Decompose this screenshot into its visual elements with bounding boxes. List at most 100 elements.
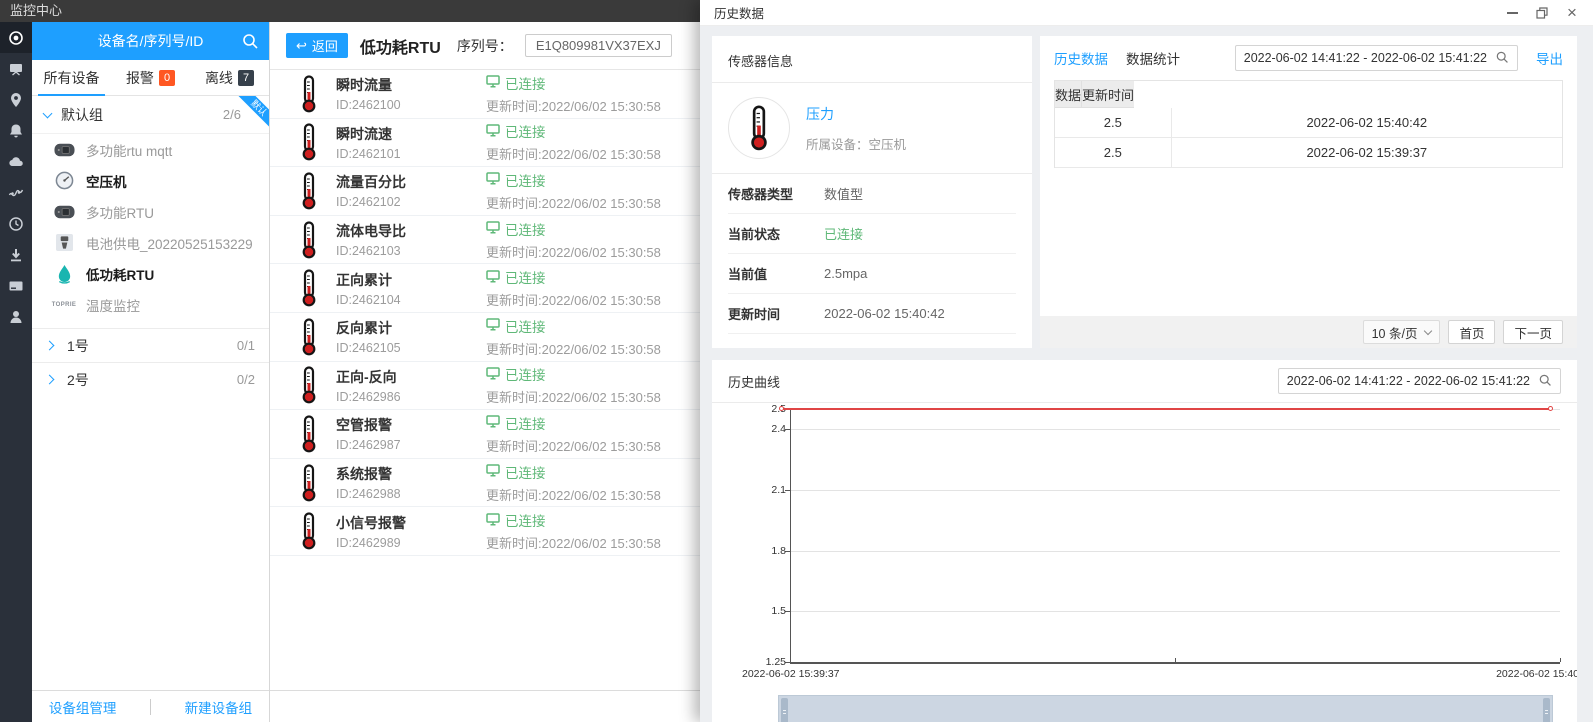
value-cell: 2.5	[1055, 138, 1172, 168]
rail-item[interactable]	[0, 115, 32, 146]
sensor-row[interactable]: 系统报警 ID:2462988 已连接 更新时间:2022/06/02 15:3…	[270, 459, 702, 508]
info-row: 当前状态 已连接	[728, 214, 1016, 254]
x-tick	[1560, 658, 1561, 662]
device-item[interactable]: 低功耗RTU	[32, 258, 269, 289]
search-icon[interactable]	[1495, 50, 1509, 67]
rail-item[interactable]	[0, 208, 32, 239]
sensor-row[interactable]: 正向-反向 ID:2462986 已连接 更新时间:2022/06/02 15:…	[270, 362, 702, 411]
device-item[interactable]: TOPRIE 温度监控	[32, 289, 269, 320]
rail-item[interactable]	[0, 53, 32, 84]
sensor-row[interactable]: 反向累计 ID:2462105 已连接 更新时间:2022/06/02 15:3…	[270, 313, 702, 362]
search-icon[interactable]	[241, 32, 259, 50]
search-icon[interactable]	[1538, 373, 1552, 390]
maximize-button[interactable]	[1535, 6, 1549, 20]
manage-groups-button[interactable]: 设备组管理	[49, 697, 117, 717]
sensor-name-link[interactable]: 压力	[806, 104, 906, 124]
rail-item[interactable]	[0, 22, 32, 53]
sensor-status: 已连接	[486, 316, 661, 336]
x-tick	[790, 658, 791, 662]
slider-handle[interactable]	[1543, 698, 1550, 722]
device-list: 多功能rtu mqtt 空压机 多功能RTU 电池供电_202205251532…	[32, 134, 269, 320]
rail-item[interactable]	[0, 239, 32, 270]
x-label-start: 2022-06-02 15:39:37	[742, 668, 840, 680]
sensor-name: 正向-反向	[336, 367, 486, 387]
device-panel-footer	[270, 690, 702, 722]
sensor-row[interactable]: 瞬时流速 ID:2462101 已连接 更新时间:2022/06/02 15:3…	[270, 119, 702, 168]
grid-line	[790, 490, 1560, 491]
rail-item[interactable]	[0, 177, 32, 208]
sensor-name: 正向累计	[336, 270, 486, 290]
sensor-status: 已连接	[486, 267, 661, 287]
sensor-name: 瞬时流量	[336, 75, 486, 95]
data-point-marker	[1548, 406, 1553, 411]
subgroup-label: 1号	[67, 336, 89, 356]
device-subgroup[interactable]: 1号 0/1	[32, 328, 269, 362]
dialog-titlebar[interactable]: 历史数据 ×	[700, 0, 1593, 26]
first-page-button[interactable]: 首页	[1448, 320, 1495, 344]
device-subgroup[interactable]: 2号 0/2	[32, 362, 269, 396]
rail-item[interactable]	[0, 146, 32, 177]
sensor-row[interactable]: 瞬时流量 ID:2462100 已连接 更新时间:2022/06/02 15:3…	[270, 70, 702, 119]
rail-item[interactable]	[0, 270, 32, 301]
table-header-cell: 更新时间	[1082, 81, 1134, 108]
info-row: 传感器类型 数值型	[728, 174, 1016, 214]
value-cell: 2.5	[1055, 108, 1172, 138]
history-tab[interactable]: 数据统计	[1126, 48, 1180, 68]
rtu-device-icon	[52, 143, 76, 157]
device-item[interactable]: 多功能RTU	[32, 196, 269, 227]
sensor-row[interactable]: 小信号报警 ID:2462989 已连接 更新时间:2022/06/02 15:…	[270, 507, 702, 556]
curve-date-range-picker[interactable]: 2022-06-02 14:41:22 - 2022-06-02 15:41:2…	[1278, 368, 1561, 394]
connected-monitor-icon	[486, 220, 500, 237]
close-icon[interactable]: ×	[1565, 6, 1579, 20]
sensor-status: 已连接	[486, 121, 661, 141]
chart-range-slider[interactable]	[778, 695, 1553, 722]
sidebar-footer: 设备组管理 新建设备组	[32, 690, 269, 722]
monitoring-center-app: 监控中心 设备名/序列号/ID	[0, 0, 1593, 722]
sensor-updated-time: 更新时间:2022/06/02 15:30:58	[486, 242, 661, 261]
battery-device-icon	[52, 234, 76, 251]
back-button[interactable]: ↩ 返回	[286, 33, 348, 58]
sensor-updated-time: 更新时间:2022/06/02 15:30:58	[486, 193, 661, 212]
sensor-id: ID:2462988	[336, 487, 486, 501]
table-row: 2.5 2022-06-02 15:39:37	[1055, 138, 1562, 168]
table-header-cell: 数据	[1055, 81, 1082, 108]
history-tab[interactable]: 历史数据	[1054, 48, 1108, 68]
page-size-select[interactable]: 10 条/页	[1363, 320, 1441, 344]
sensor-updated-time: 更新时间:2022/06/02 15:30:58	[486, 533, 661, 552]
tab-badge: 7	[238, 70, 254, 86]
y-tick-label: 1.25	[744, 656, 786, 668]
next-page-button[interactable]: 下一页	[1503, 320, 1563, 344]
device-group-default[interactable]: 默认组 2/6 默认	[32, 96, 269, 134]
subgroup-label: 2号	[67, 370, 89, 390]
minimize-button[interactable]	[1505, 6, 1519, 20]
caret-down-icon	[1424, 326, 1432, 334]
device-item[interactable]: 电池供电_20220525153229	[32, 227, 269, 258]
export-button[interactable]: 导出	[1536, 48, 1563, 68]
device-search-bar[interactable]: 设备名/序列号/ID	[32, 22, 269, 60]
x-label-end: 2022-06-02 15:40	[1496, 668, 1577, 680]
sensor-row[interactable]: 正向累计 ID:2462104 已连接 更新时间:2022/06/02 15:3…	[270, 264, 702, 313]
create-group-button[interactable]: 新建设备组	[185, 697, 253, 717]
slider-handle[interactable]	[781, 698, 788, 722]
pagination-bar: 10 条/页 首页 下一页	[1040, 316, 1577, 348]
sensor-name: 流量百分比	[336, 172, 486, 192]
x-axis-line	[790, 662, 1560, 664]
default-ribbon: 默认	[233, 96, 269, 132]
date-range-picker[interactable]: 2022-06-02 14:41:22 - 2022-06-02 15:41:2…	[1235, 45, 1518, 71]
device-item[interactable]: 多功能rtu mqtt	[32, 134, 269, 165]
rail-item[interactable]	[0, 84, 32, 115]
sensor-updated-time: 更新时间:2022/06/02 15:30:58	[486, 96, 661, 115]
water-drop-icon	[52, 264, 76, 284]
sensor-row[interactable]: 空管报警 ID:2462987 已连接 更新时间:2022/06/02 15:3…	[270, 410, 702, 459]
thermometer-icon	[300, 512, 320, 550]
device-item[interactable]: 空压机	[32, 165, 269, 196]
rail-item[interactable]	[0, 301, 32, 332]
sensor-row[interactable]: 流量百分比 ID:2462102 已连接 更新时间:2022/06/02 15:…	[270, 167, 702, 216]
sensor-row[interactable]: 流体电导比 ID:2462103 已连接 更新时间:2022/06/02 15:…	[270, 216, 702, 265]
sidebar-tab[interactable]: 报警 0	[111, 60, 190, 95]
table-row: 2.5 2022-06-02 15:40:42	[1055, 108, 1562, 138]
sidebar-tab[interactable]: 所有设备	[32, 60, 111, 95]
connected-monitor-icon	[486, 317, 500, 334]
sensor-status: 已连接	[486, 364, 661, 384]
sidebar-tab[interactable]: 离线 7	[190, 60, 269, 95]
